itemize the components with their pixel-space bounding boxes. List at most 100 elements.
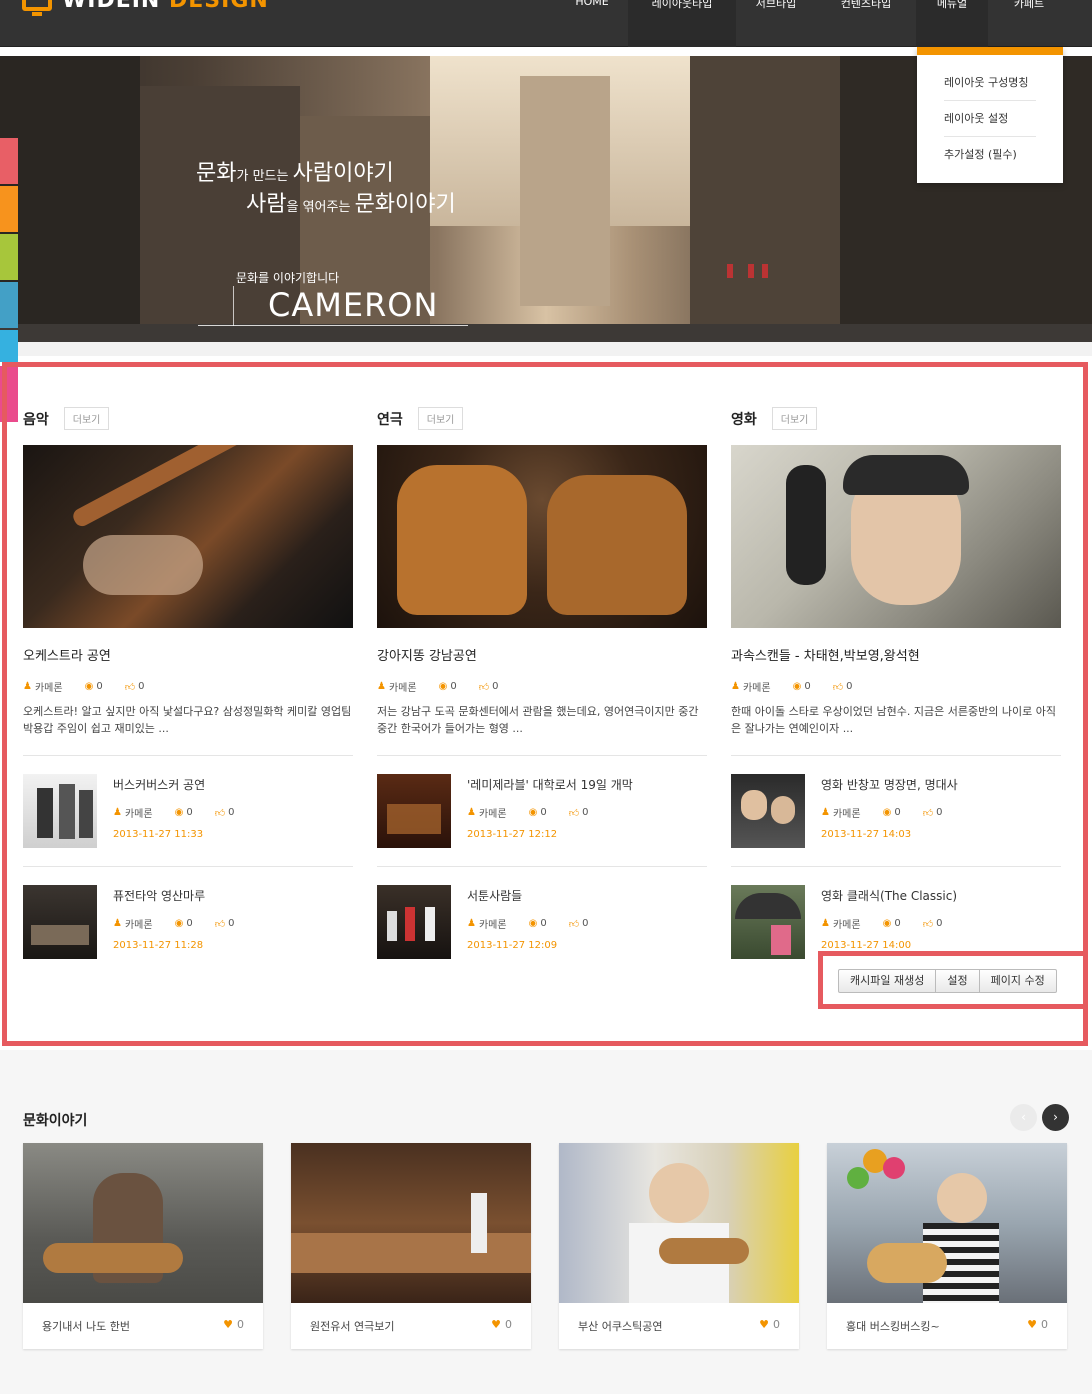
dropdown-item-extra-settings[interactable]: 추가설정 (필수) [944, 137, 1036, 173]
more-button[interactable]: 더보기 [417, 407, 464, 430]
card-image [291, 1143, 531, 1303]
post-image-play[interactable] [377, 445, 707, 628]
site-logo[interactable]: WIDEIN DESIGN [22, 0, 269, 16]
story-card[interactable]: 용기내서 나도 한번 ♥ 0 [23, 1143, 263, 1349]
list-item-meta: ♟ 카메론 ◉ 0 👍︎ 0 [467, 805, 589, 820]
monitor-icon [22, 0, 52, 16]
story-card[interactable]: 홍대 버스킹버스킹~ ♥ 0 [827, 1143, 1067, 1349]
comment-count: 0 [540, 918, 547, 929]
nav-item-layout-type[interactable]: 레이아웃타입 [628, 0, 736, 47]
costume-shape [397, 465, 527, 615]
user-icon: ♟ [731, 681, 740, 692]
author: 카메론 [388, 683, 417, 694]
settings-button[interactable]: 설정 [936, 970, 980, 992]
post-title[interactable]: 과속스캔들 - 차태현,박보영,왕석현 [731, 645, 920, 664]
list-item-title[interactable]: 버스커버스커 공연 [113, 776, 205, 793]
divider [23, 755, 353, 756]
user-icon: ♟ [113, 807, 122, 818]
post-title[interactable]: 강아지똥 강남공연 [377, 645, 477, 664]
hero-building-right [690, 56, 840, 342]
thumbs-up-icon: 👍︎ [214, 807, 226, 819]
user-icon: ♟ [23, 681, 32, 692]
color-tab-blue[interactable] [0, 282, 18, 328]
thumbs-up-icon: 👍︎ [922, 807, 934, 819]
card-likes: ♥ 0 [759, 1318, 780, 1331]
heart-icon: ♥ [491, 1318, 501, 1331]
comment-icon: ◉ [174, 807, 184, 818]
divider [23, 866, 353, 867]
more-button[interactable]: 더보기 [63, 407, 110, 430]
heart-icon: ♥ [759, 1318, 769, 1331]
color-tab-red[interactable] [0, 138, 18, 184]
admin-toolbar: 캐시파일 재생성 설정 페이지 수정 [838, 969, 1057, 993]
nav-item-sub-type[interactable]: 서브타입 [736, 0, 816, 47]
like-count: 0 [773, 1318, 780, 1331]
hero-bottom-bar [18, 342, 1092, 356]
nav-item-cafe[interactable]: 카페트 [988, 0, 1070, 47]
nav-item-home[interactable]: HOME [556, 0, 628, 47]
comment-icon: ◉ [528, 918, 538, 929]
comment-icon: ◉ [438, 681, 448, 692]
list-item-meta: ♟ 카메론 ◉ 0 👍︎ 0 [113, 916, 235, 931]
comment-count: 0 [186, 807, 193, 818]
comment-count: 0 [894, 807, 901, 818]
card-likes: ♥ 0 [223, 1318, 244, 1331]
hero-tower [520, 76, 610, 306]
post-title[interactable]: 오케스트라 공연 [23, 645, 111, 664]
list-item-meta: ♟ 카메론 ◉ 0 👍︎ 0 [113, 805, 235, 820]
list-item-title[interactable]: 영화 반창꼬 명장면, 명대사 [821, 776, 958, 793]
color-tab-orange[interactable] [0, 186, 18, 232]
comment-icon: ◉ [174, 918, 184, 929]
story-card[interactable]: 부산 어쿠스틱공연 ♥ 0 [559, 1143, 799, 1349]
color-tab-green[interactable] [0, 234, 18, 280]
comment-count: 0 [450, 681, 457, 692]
list-item-date: 2013-11-27 14:03 [821, 829, 912, 840]
user-icon: ♟ [377, 681, 386, 692]
thumb-band-aid[interactable] [731, 774, 805, 848]
list-item-title[interactable]: 서툰사람들 [467, 887, 522, 904]
face-shape [741, 790, 767, 820]
post-meta: ♟ 카메론 ◉ 0 👍︎ 0 [731, 679, 853, 694]
divider [731, 755, 1061, 756]
card-label: 용기내서 나도 한번 [42, 1320, 130, 1333]
edit-page-button[interactable]: 페이지 수정 [980, 970, 1056, 992]
divider [377, 755, 707, 756]
list-item-title[interactable]: 퓨전타악 영산마루 [113, 887, 205, 904]
nav-item-manual[interactable]: 메뉴얼 [916, 0, 988, 47]
regenerate-cache-button[interactable]: 캐시파일 재생성 [839, 970, 937, 992]
main-nav: HOME 레이아웃타입 서브타입 컨텐츠타입 메뉴얼 카페트 [556, 0, 1070, 47]
balloon-shape [847, 1167, 869, 1189]
list-item-title[interactable]: '레미제라블' 대학로서 19일 개막 [467, 776, 633, 793]
like-count: 0 [936, 807, 943, 818]
dropdown-item-layout-settings[interactable]: 레이아웃 설정 [944, 101, 1036, 137]
divider [377, 866, 707, 867]
comment-icon: ◉ [792, 681, 802, 692]
prev-arrow-icon[interactable]: ‹ [1010, 1104, 1037, 1131]
more-button[interactable]: 더보기 [771, 407, 818, 430]
post-excerpt: 오케스트라! 알고 싶지만 아직 낯설다구요? 삼성정밀화학 케미칼 영업팀 박… [23, 705, 352, 735]
dropdown-item-layout-naming[interactable]: 레이아웃 구성명칭 [944, 65, 1036, 101]
thumb-busker[interactable] [23, 774, 97, 848]
thumb-les-mis[interactable] [377, 774, 451, 848]
thumb-the-classic[interactable] [731, 885, 805, 959]
story-card[interactable]: 원전유서 연극보기 ♥ 0 [291, 1143, 531, 1349]
comment-icon: ◉ [84, 681, 94, 692]
thumb-clumsy-people[interactable] [377, 885, 451, 959]
color-tab-sky[interactable] [0, 330, 18, 362]
figure [387, 911, 397, 941]
logo-text: WIDEIN DESIGN [62, 0, 269, 13]
top-header: WIDEIN DESIGN HOME 레이아웃타입 서브타입 컨텐츠타입 메뉴얼… [0, 0, 1092, 47]
stage-shape [31, 925, 89, 945]
post-image-orchestra[interactable] [23, 445, 353, 628]
figure [425, 907, 435, 941]
comment-icon: ◉ [882, 807, 892, 818]
column-title: 연극 [377, 411, 403, 428]
user-icon: ♟ [467, 918, 476, 929]
like-count: 0 [846, 681, 853, 692]
thumb-fusion[interactable] [23, 885, 97, 959]
list-item-date: 2013-11-27 14:00 [821, 940, 912, 951]
next-arrow-icon[interactable]: › [1042, 1104, 1069, 1131]
nav-item-content-type[interactable]: 컨텐츠타입 [816, 0, 916, 47]
list-item-title[interactable]: 영화 클래식(The Classic) [821, 887, 957, 904]
post-image-movie[interactable] [731, 445, 1061, 628]
